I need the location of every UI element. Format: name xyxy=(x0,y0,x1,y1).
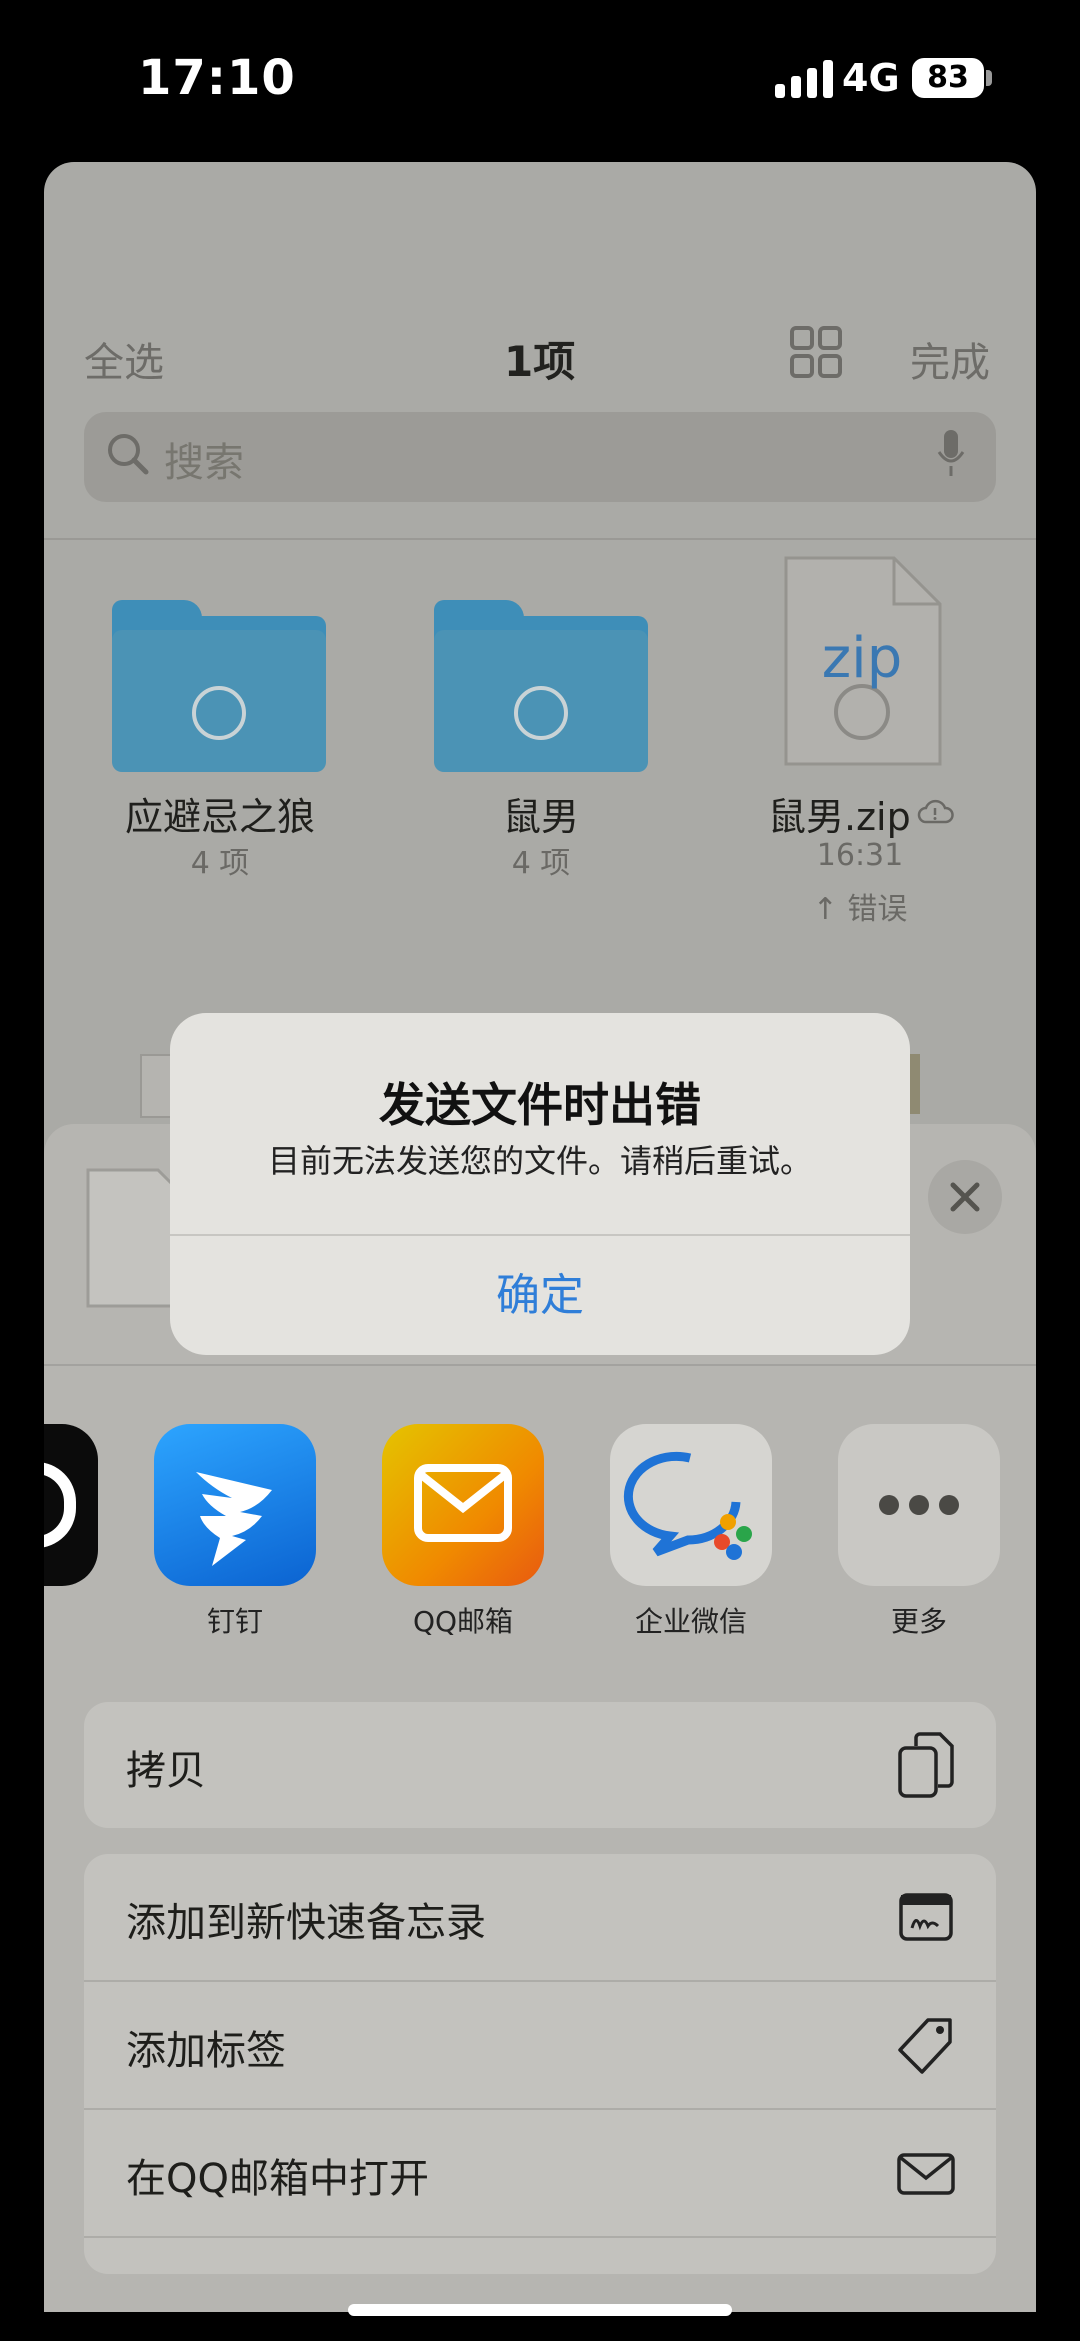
item-name: 应避忌之狼 xyxy=(124,795,315,839)
open-in-qq-mail-label: 在QQ邮箱中打开 xyxy=(126,2156,429,2202)
open-in-qq-mail-action[interactable]: 在QQ邮箱中打开 xyxy=(84,2110,996,2236)
copy-icon xyxy=(896,1730,956,1800)
actions-list: 添加到新快速备忘录 添加标签 在QQ邮箱中打开 xyxy=(84,1854,996,2274)
network-type: 4G xyxy=(842,56,900,100)
cloud-error-icon xyxy=(916,796,954,826)
home-indicator[interactable] xyxy=(348,2304,732,2316)
app-label: QQ邮箱 xyxy=(412,1605,514,1638)
item-time: 16:31 xyxy=(816,838,904,873)
app-label: 钉钉 xyxy=(206,1605,263,1638)
search-icon xyxy=(104,430,152,478)
app-icon-partial[interactable] xyxy=(44,1424,98,1586)
select-all-button[interactable]: 全选 xyxy=(84,330,164,388)
app-label: s xyxy=(44,1600,124,1633)
divider xyxy=(44,538,1036,540)
item-name: 鼠男 xyxy=(502,795,579,839)
item-count: 4 项 xyxy=(190,846,250,881)
dingtalk-icon[interactable] xyxy=(154,1424,316,1586)
copy-action[interactable]: 拷贝 xyxy=(84,1702,996,1828)
divider xyxy=(84,2236,996,2238)
quick-note-icon xyxy=(898,1892,954,1942)
add-tag-action[interactable]: 添加标签 xyxy=(84,1982,996,2108)
qq-mail-icon[interactable] xyxy=(382,1424,544,1586)
page-title: 1项 xyxy=(504,337,576,386)
divider xyxy=(44,1364,1036,1366)
close-icon[interactable] xyxy=(928,1160,1002,1234)
add-tag-label: 添加标签 xyxy=(126,2028,286,2074)
battery-icon: 83 xyxy=(912,58,984,98)
more-icon[interactable] xyxy=(838,1424,1000,1586)
battery-tip xyxy=(986,70,992,86)
zip-file-icon[interactable]: zip xyxy=(780,554,944,768)
done-button[interactable]: 完成 xyxy=(910,330,990,388)
search-input[interactable]: 搜索 xyxy=(164,430,244,488)
add-quick-note-label: 添加到新快速备忘录 xyxy=(126,1900,486,1946)
grid-view-icon[interactable] xyxy=(790,326,842,378)
copy-label: 拷贝 xyxy=(126,1748,206,1794)
folder-icon[interactable] xyxy=(112,600,326,772)
item-name: 鼠男.zip xyxy=(768,795,911,839)
tag-icon xyxy=(896,2016,956,2076)
alert-message: 目前无法发送您的文件。请稍后重试。 xyxy=(267,1142,812,1180)
microphone-icon[interactable] xyxy=(936,428,966,480)
status-time: 17:10 xyxy=(138,50,296,106)
alert-title: 发送文件时出错 xyxy=(379,1078,701,1132)
confirm-button[interactable]: 确定 xyxy=(170,1236,910,1355)
wecom-icon[interactable] xyxy=(610,1424,772,1586)
app-label: 更多 xyxy=(890,1605,947,1638)
mail-icon xyxy=(896,2152,956,2196)
zip-label: zip xyxy=(821,626,903,691)
app-label: 企业微信 xyxy=(634,1605,747,1638)
folder-icon[interactable] xyxy=(434,600,648,772)
upload-status: ↑ 错误 xyxy=(812,892,908,927)
item-count: 4 项 xyxy=(511,846,571,881)
add-quick-note-action[interactable]: 添加到新快速备忘录 xyxy=(84,1854,996,1980)
signal-icon xyxy=(775,58,835,98)
error-alert: 发送文件时出错 目前无法发送您的文件。请稍后重试。 确定 xyxy=(170,1013,910,1355)
